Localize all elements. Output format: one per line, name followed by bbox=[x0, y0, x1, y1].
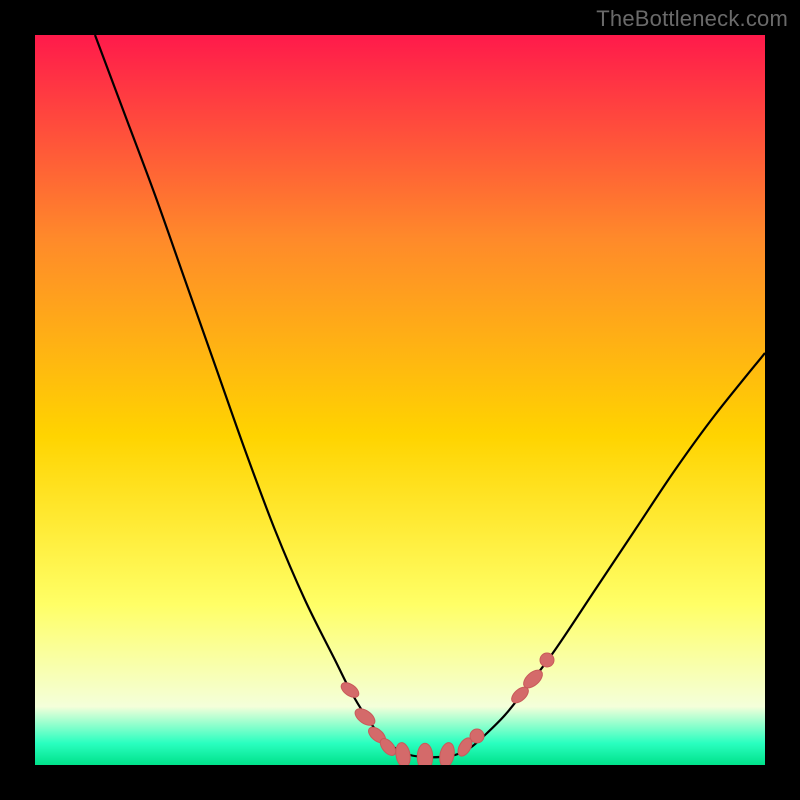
gradient-bg bbox=[35, 35, 765, 765]
curve-marker bbox=[540, 653, 554, 667]
watermark-text: TheBottleneck.com bbox=[596, 6, 788, 32]
plot-area bbox=[35, 35, 765, 765]
outer-frame: TheBottleneck.com bbox=[0, 0, 800, 800]
plot-svg bbox=[35, 35, 765, 765]
curve-marker bbox=[417, 743, 432, 765]
curve-marker bbox=[470, 729, 484, 743]
